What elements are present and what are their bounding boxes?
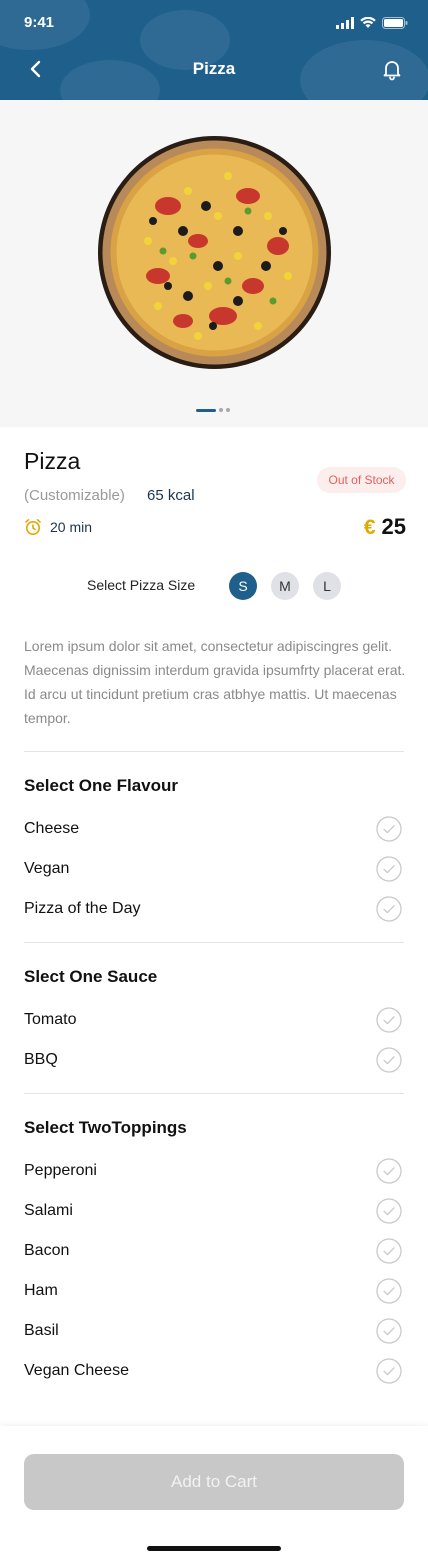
- status-icons: [336, 17, 408, 29]
- option-label: Vegan: [24, 860, 70, 877]
- size-s-button[interactable]: S: [229, 572, 257, 600]
- product-description: Lorem ipsum dolor sit amet, consectetur …: [24, 638, 406, 726]
- currency-symbol: €: [363, 516, 376, 539]
- calorie-label: 65 kcal: [147, 487, 195, 504]
- product-image-carousel[interactable]: [0, 100, 428, 427]
- carousel-dot: [219, 408, 223, 412]
- option-label: Ham: [24, 1282, 58, 1299]
- check-circle-icon[interactable]: [376, 816, 402, 842]
- option-label: Tomato: [24, 1011, 77, 1028]
- battery-icon: [382, 17, 408, 29]
- nav-bar: Pizza: [0, 52, 428, 86]
- check-circle-icon[interactable]: [376, 1198, 402, 1224]
- check-circle-icon[interactable]: [376, 1358, 402, 1384]
- option-ham[interactable]: Ham: [24, 1278, 404, 1306]
- option-vegan[interactable]: Vegan: [24, 856, 404, 884]
- price-value: 25: [381, 514, 406, 539]
- option-pepperoni[interactable]: Pepperoni: [24, 1158, 404, 1186]
- prep-time: 20 min: [24, 518, 92, 536]
- carousel-dot-active: [196, 408, 216, 412]
- add-to-cart-button[interactable]: Add to Cart: [24, 1454, 404, 1510]
- check-circle-icon[interactable]: [376, 1158, 402, 1184]
- size-m-button[interactable]: M: [271, 572, 299, 600]
- option-label: BBQ: [24, 1051, 58, 1068]
- section-title-toppings: Select TwoToppings: [24, 1118, 187, 1137]
- bottom-action-bar: Add to Cart: [0, 1426, 428, 1559]
- option-label: Basil: [24, 1322, 59, 1339]
- wifi-icon: [360, 17, 376, 28]
- divider: [24, 942, 404, 943]
- carousel-indicator[interactable]: [196, 408, 230, 412]
- option-pizza-of-the-day[interactable]: Pizza of the Day: [24, 896, 404, 924]
- size-l-button[interactable]: L: [313, 572, 341, 600]
- option-tomato[interactable]: Tomato: [24, 1007, 404, 1035]
- check-circle-icon[interactable]: [376, 1318, 402, 1344]
- status-bar: 9:41: [24, 14, 408, 34]
- check-circle-icon[interactable]: [376, 1278, 402, 1304]
- home-indicator: [147, 1546, 281, 1551]
- carousel-dot: [226, 408, 230, 412]
- option-vegan-cheese[interactable]: Vegan Cheese: [24, 1358, 404, 1386]
- check-circle-icon[interactable]: [376, 856, 402, 882]
- check-circle-icon[interactable]: [376, 896, 402, 922]
- option-label: Pizza of the Day: [24, 900, 141, 917]
- customizable-label: (Customizable): [24, 487, 125, 504]
- check-circle-icon[interactable]: [376, 1047, 402, 1073]
- check-circle-icon[interactable]: [376, 1238, 402, 1264]
- option-basil[interactable]: Basil: [24, 1318, 404, 1346]
- product-name: Pizza: [24, 448, 81, 474]
- status-time: 9:41: [24, 14, 55, 31]
- size-label: Select Pizza Size: [87, 577, 196, 593]
- option-cheese[interactable]: Cheese: [24, 816, 404, 844]
- divider: [24, 751, 404, 752]
- prep-time-label: 20 min: [50, 519, 93, 535]
- price: € 25: [364, 514, 406, 540]
- size-selector: S M L: [229, 572, 341, 600]
- alarm-clock-icon: [25, 519, 41, 535]
- check-circle-icon[interactable]: [376, 1007, 402, 1033]
- section-title-flavour: Select One Flavour: [24, 776, 178, 795]
- option-bbq[interactable]: BBQ: [24, 1047, 404, 1075]
- page-title: Pizza: [192, 59, 236, 78]
- stock-badge: Out of Stock: [317, 467, 406, 493]
- option-label: Vegan Cheese: [24, 1362, 129, 1379]
- signal-icon: [336, 17, 354, 29]
- pizza-image: [98, 136, 331, 369]
- option-label: Cheese: [24, 820, 80, 837]
- app-header: 9:41 Pizza: [0, 0, 428, 100]
- option-label: Bacon: [24, 1242, 70, 1259]
- section-title-sauce: Slect One Sauce: [24, 967, 158, 986]
- option-salami[interactable]: Salami: [24, 1198, 404, 1226]
- bell-icon[interactable]: [380, 57, 404, 81]
- option-label: Pepperoni: [24, 1162, 97, 1179]
- divider: [24, 1093, 404, 1094]
- option-bacon[interactable]: Bacon: [24, 1238, 404, 1266]
- option-label: Salami: [24, 1202, 73, 1219]
